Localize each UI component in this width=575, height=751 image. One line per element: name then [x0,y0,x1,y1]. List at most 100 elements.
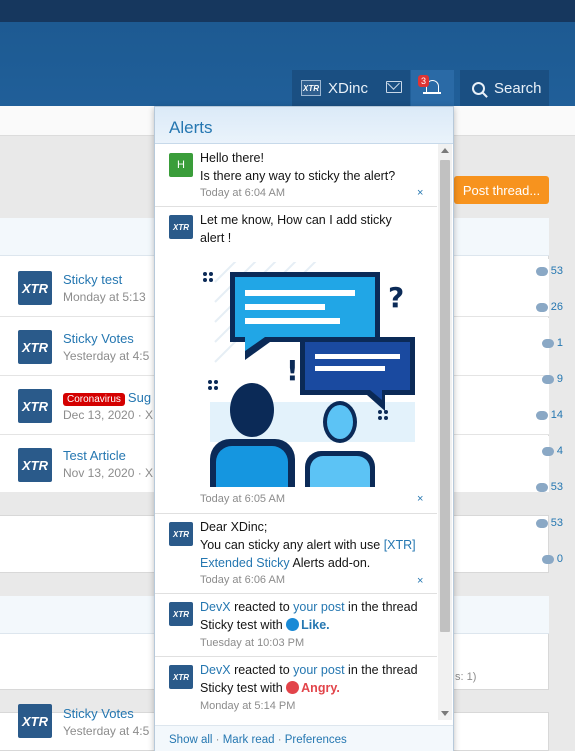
angry-icon [286,681,300,694]
alert-line: Alerts add-on. [292,556,371,570]
reply-count[interactable]: 9 [541,373,563,385]
chat-icon [535,518,548,528]
chat-icon [541,338,554,348]
preferences-link[interactable]: Preferences [285,734,347,746]
search-label: Search [494,79,542,97]
reply-count-value: 1 [556,337,563,349]
alert-line: Dear XDinc; [200,520,268,534]
reply-count-value: 26 [550,301,563,313]
alert-line: You can sticky any alert with use [200,538,381,552]
reply-count[interactable]: 4 [541,445,563,457]
alert-time: Today at 6:06 AM [200,574,285,586]
reply-count[interactable]: 53 [535,265,563,277]
show-all-link[interactable]: Show all [169,734,212,746]
alert-user-link[interactable]: DevX [200,663,231,677]
thread-meta: Dec 13, 2020 · X [63,408,154,422]
scroll-up-icon[interactable] [441,148,449,153]
thread-title[interactable]: Sticky test [63,272,122,287]
thread-avatar: XTR [18,330,52,364]
chat-icon [541,446,554,456]
reply-count-value: 53 [550,481,563,493]
thread-title[interactable]: Sticky Votes [63,331,134,346]
alert-user-link[interactable]: DevX [200,600,231,614]
alerts-scrollbar[interactable] [438,144,452,720]
thread-title-wrap: Coronavirus Sug [63,390,151,406]
question-mark: ? [388,281,404,314]
bubble-line [245,304,325,310]
thread-title[interactable]: Test Article [63,448,126,463]
thread-avatar: XTR [18,704,52,738]
alerts-badge: 3 [418,75,430,87]
chat-icon [541,374,554,384]
alert-line: alert ! [200,231,232,245]
dismiss-icon[interactable]: × [417,575,423,587]
thread-meta: Yesterday at 4:5 [63,349,150,363]
stat-fragment: s: 1) [455,671,477,683]
chat-icon [535,410,548,420]
alert-text: Hello there! Is there any way to sticky … [200,149,430,185]
alert-item[interactable]: XTR DevX reacted to your post in the thr… [155,594,437,657]
thread-title[interactable]: Sug [128,390,151,405]
search-icon [472,81,485,95]
reply-count[interactable]: 53 [535,481,563,493]
bubble-line [315,354,400,359]
reply-count[interactable]: 14 [535,409,563,421]
alert-avatar: XTR [169,522,193,546]
thread-title[interactable]: Sticky Votes [63,706,134,721]
reply-count-value: 14 [550,409,563,421]
footer-separator: · [215,734,220,746]
reply-count-value: 9 [556,373,563,385]
thread-avatar: XTR [18,271,52,305]
reply-count-value: 4 [556,445,563,457]
mark-read-link[interactable]: Mark read [223,734,275,746]
reply-count-value: 53 [550,517,563,529]
reply-count[interactable]: 0 [541,553,563,565]
person-right-body-fill [310,456,370,487]
alert-item[interactable]: H Hello there! Is there any way to stick… [155,145,437,207]
alert-text: Dear XDinc; You can sticky any alert wit… [200,518,430,572]
bubble-line [245,318,340,324]
thread-meta: Yesterday at 4:5 [63,724,150,738]
scrollbar-thumb[interactable] [440,160,450,632]
alert-avatar: XTR [169,215,193,239]
envelope-icon[interactable] [386,81,402,93]
alert-text: DevX reacted to your post in the thread … [200,598,430,634]
alert-post-link[interactable]: your post [293,600,344,614]
username: XDinc [328,79,369,97]
thread-avatar: XTR [18,448,52,482]
alert-item[interactable]: XTR Dear XDinc; You can sticky any alert… [155,514,437,594]
alert-line: Let me know, How can I add sticky [200,213,392,227]
chat-illustration-image: ? ! [203,262,415,487]
reaction-label: Angry. [301,681,340,695]
alert-time: Today at 6:05 AM [200,493,285,505]
chat-icon [535,266,548,276]
reply-count[interactable]: 53 [535,517,563,529]
alert-item[interactable]: XTR DevX reacted to your post in the thr… [155,657,437,720]
thread-prefix[interactable]: Coronavirus [63,393,125,406]
like-icon [286,618,300,631]
alert-time: Today at 6:04 AM [200,187,285,199]
alert-line: reacted to [234,600,290,614]
dismiss-icon[interactable]: × [417,187,423,199]
alert-avatar: XTR [169,665,193,689]
search-button[interactable]: Search [460,70,549,106]
alert-line: Hello there! [200,151,264,165]
reply-count[interactable]: 1 [541,337,563,349]
dismiss-icon[interactable]: × [417,493,423,505]
person-right-head-fill [327,405,353,439]
person-left-head [230,383,274,437]
chat-icon [535,302,548,312]
exclamation-mark: ! [286,354,299,387]
alert-line: reacted to [234,663,290,677]
user-avatar: XTR [301,80,321,96]
alert-time: Tuesday at 10:03 PM [200,637,305,649]
person-left-body-fill [216,446,288,487]
reply-count-value: 53 [550,265,563,277]
alert-item[interactable]: XTR Let me know, How can I add sticky al… [155,207,437,514]
scroll-down-icon[interactable] [441,711,449,716]
footer-separator: · [277,734,282,746]
alert-avatar: H [169,153,193,177]
reply-count[interactable]: 26 [535,301,563,313]
alert-post-link[interactable]: your post [293,663,344,677]
post-thread-button[interactable]: Post thread... [454,176,549,204]
